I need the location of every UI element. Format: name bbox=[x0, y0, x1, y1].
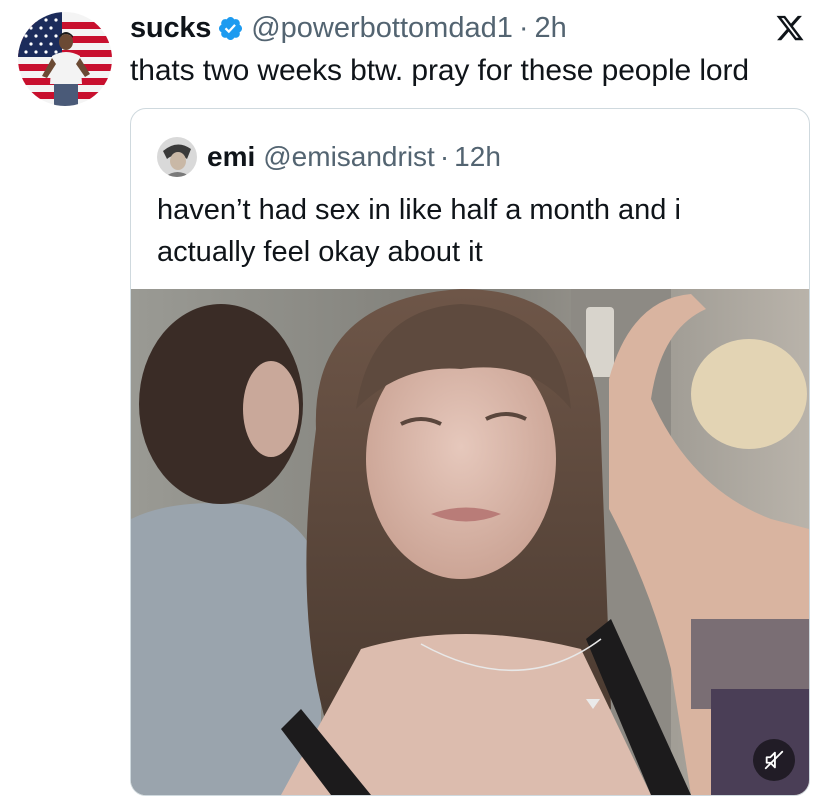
verified-badge-icon bbox=[217, 15, 244, 42]
quoted-text-line: haven’t had sex in like half a month and… bbox=[157, 194, 681, 226]
quoted-author-display-name[interactable]: emi bbox=[207, 141, 255, 173]
tweet-header: sucks @powerbottomdad1 · 2h bbox=[130, 8, 567, 48]
separator-dot: · bbox=[518, 11, 529, 44]
video-thumbnail-image bbox=[131, 289, 809, 795]
quoted-text-line: actually feel okay about it bbox=[157, 236, 483, 268]
speaker-muted-icon bbox=[764, 750, 784, 770]
x-logo-icon[interactable] bbox=[775, 13, 805, 43]
quoted-tweet-header: emi @emisandrist · 12h bbox=[157, 137, 501, 177]
tweet-text: thats two weeks btw. pray for these peop… bbox=[130, 54, 749, 87]
tweet: sucks @powerbottomdad1 · 2h thats two we… bbox=[0, 0, 828, 807]
author-avatar[interactable] bbox=[18, 12, 112, 106]
post-timestamp[interactable]: 2h bbox=[535, 12, 567, 45]
quoted-separator-dot: · bbox=[439, 141, 450, 172]
quoted-author-handle[interactable]: @emisandrist bbox=[263, 141, 435, 173]
mute-toggle-button[interactable] bbox=[753, 739, 795, 781]
quoted-media-video[interactable] bbox=[131, 289, 809, 795]
author-display-name[interactable]: sucks bbox=[130, 12, 211, 45]
quoted-timestamp[interactable]: 12h bbox=[454, 141, 501, 173]
author-handle[interactable]: @powerbottomdad1 bbox=[251, 12, 513, 45]
quoted-avatar-image bbox=[157, 137, 197, 177]
quoted-author-avatar[interactable] bbox=[157, 137, 197, 177]
quoted-tweet-text: haven’t had sex in like half a month and… bbox=[157, 189, 787, 273]
avatar-image bbox=[18, 12, 112, 106]
quoted-tweet-card[interactable]: emi @emisandrist · 12h haven’t had sex i… bbox=[130, 108, 810, 796]
